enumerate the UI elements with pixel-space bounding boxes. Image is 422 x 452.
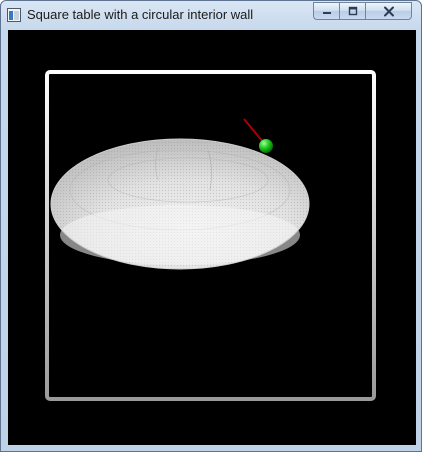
maximize-button[interactable]: [339, 2, 366, 20]
minimize-icon: [322, 12, 331, 14]
maximize-icon: [348, 6, 357, 16]
opengl-window-icon: [7, 8, 21, 22]
ball: [259, 139, 273, 153]
close-icon: [383, 6, 394, 16]
render-canvas[interactable]: [8, 30, 416, 445]
circular-wall: [50, 138, 310, 270]
close-button[interactable]: [365, 2, 412, 20]
minimize-button[interactable]: [313, 2, 340, 20]
title-bar[interactable]: Square table with a circular interior wa…: [1, 1, 421, 29]
window-title: Square table with a circular interior wa…: [27, 7, 254, 22]
app-window: Square table with a circular interior wa…: [0, 0, 422, 452]
scene-view: [45, 70, 376, 401]
velocity-vector: [243, 118, 264, 143]
